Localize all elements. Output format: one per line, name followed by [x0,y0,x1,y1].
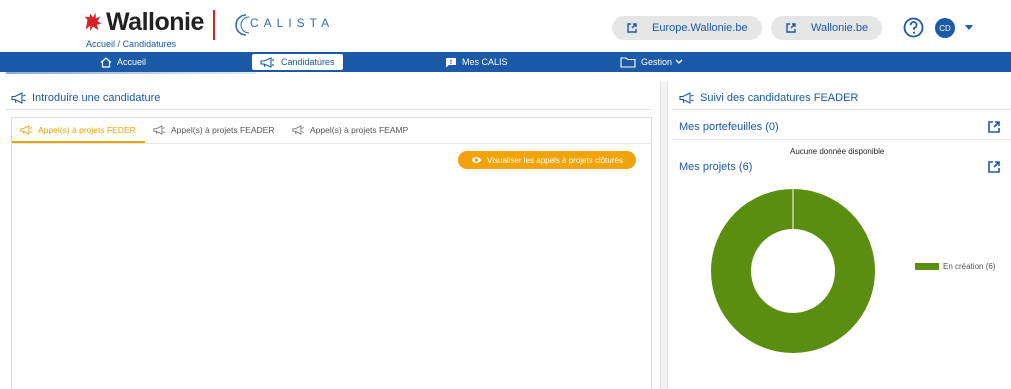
breadcrumb-sep: / [117,39,121,49]
external-link-icon [786,23,796,33]
nav-item-gestion[interactable]: Gestion [620,52,688,72]
introduire-candidature-title: Introduire une candidature [11,92,160,104]
logo-separator [213,10,215,40]
view-closed-calls-button[interactable]: Visualiser les appels à projets clôturés [458,151,636,169]
legend-label: En création (6) [943,262,996,271]
tab-feader[interactable]: Appel(s) à projets FEADER [153,125,274,135]
app-name: CALISTA [250,16,335,30]
chevron-down-icon [675,59,683,64]
nav-item-accueil[interactable]: Accueil [100,52,146,72]
nav-label-gestion: Gestion [641,57,673,67]
nav-label-mes-calis: Mes CALIS [462,57,508,67]
external-link-icon[interactable] [987,120,1001,134]
tab-feder[interactable]: Appel(s) à projets FEDER [20,125,136,135]
divider [6,109,652,110]
tab-feamp-label: Appel(s) à projets FEAMP [310,125,409,135]
active-tab-indicator [12,141,145,143]
divider [672,139,1011,140]
nav-label-candidatures: Candidatures [281,57,335,67]
brand-name: Wallonie [106,8,204,36]
no-data-message: Aucune donnée disponible [790,147,885,156]
panel-divider [660,82,668,389]
help-icon[interactable] [903,17,924,38]
megaphone-icon [20,125,32,135]
nav-label-accueil: Accueil [117,57,147,67]
breadcrumb: Accueil / Candidatures [86,39,176,49]
view-closed-calls-label: Visualiser les appels à projets clôturés [487,155,623,165]
europe-wallonie-link[interactable]: Europe.Wallonie.be [612,16,762,40]
tab-feader-label: Appel(s) à projets FEADER [171,125,275,135]
megaphone-icon [260,56,275,68]
eye-icon [471,157,482,163]
projects-title: Mes projets (6) [679,161,753,173]
wallonie-logo[interactable]: Wallonie [82,8,204,36]
user-avatar[interactable]: CD [935,18,955,38]
tab-feder-label: Appel(s) à projets FEDER [38,125,136,135]
nav-item-mes-calis[interactable]: Mes CALIS [445,52,508,72]
megaphone-icon [11,92,26,104]
tab-bar-border [12,143,652,144]
suivi-candidatures-title: Suivi des candidatures FEADER [679,92,858,104]
external-link-icon [627,23,637,33]
projects-donut-chart [711,189,875,353]
portfolios-title: Mes portefeuilles (0) [679,121,779,133]
nav-item-candidatures[interactable]: Candidatures [252,54,343,70]
megaphone-icon [153,125,165,135]
wallonie-label: Wallonie.be [811,22,869,34]
legend-swatch [915,263,939,270]
chart-legend: En création (6) [915,262,995,271]
wallonie-link[interactable]: Wallonie.be [771,16,883,40]
megaphone-icon [679,92,694,104]
europe-wallonie-label: Europe.Wallonie.be [652,22,748,34]
right-title-label: Suivi des candidatures FEADER [700,92,859,104]
left-title-label: Introduire une candidature [32,92,161,104]
header: Wallonie CALISTA Accueil / Candidatures … [0,0,1011,52]
main-nav: Accueil Candidatures Mes CALIS Gestion [0,52,1011,72]
breadcrumb-home[interactable]: Accueil [86,39,115,49]
breadcrumb-current[interactable]: Candidatures [123,39,177,49]
home-icon [100,56,112,68]
megaphone-icon [292,125,304,135]
divider [672,109,1011,110]
external-link-icon[interactable] [987,160,1001,174]
chevron-down-icon[interactable] [965,25,973,30]
tab-feamp[interactable]: Appel(s) à projets FEAMP [292,125,408,135]
folder-icon [620,57,636,68]
chat-icon [446,57,456,67]
nav-underline [6,72,256,74]
rooster-icon [84,12,102,32]
